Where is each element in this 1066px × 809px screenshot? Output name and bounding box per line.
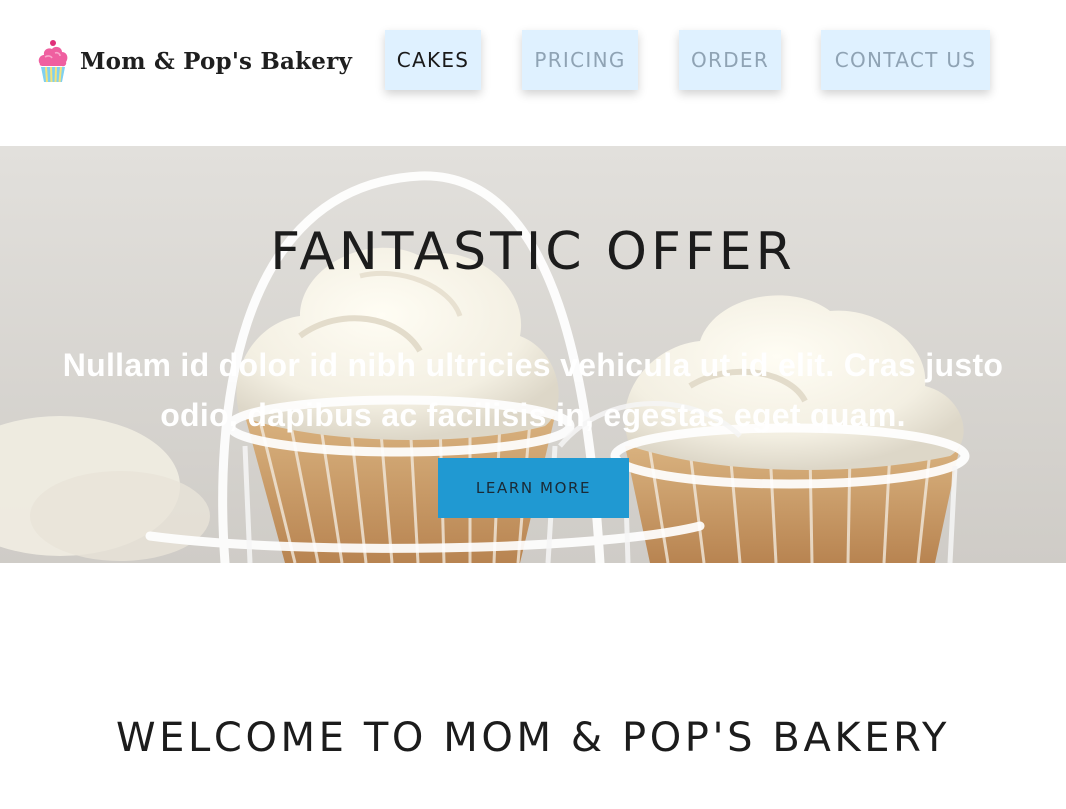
hero-title: FANTASTIC OFFER [270, 222, 796, 282]
nav-item-pricing[interactable]: PRICING [522, 30, 638, 90]
nav-item-order[interactable]: ORDER [679, 30, 781, 90]
site-header: Mom & Pop's Bakery CAKES PRICING ORDER C… [0, 0, 1066, 146]
learn-more-button[interactable]: LEARN MORE [438, 458, 629, 518]
nav-item-contact-us[interactable]: CONTACT US [821, 30, 990, 90]
nav-item-cakes[interactable]: CAKES [385, 30, 481, 90]
hero-banner: FANTASTIC OFFER Nullam id dolor id nibh … [0, 146, 1066, 563]
brand[interactable]: Mom & Pop's Bakery [36, 38, 352, 84]
hero-text: Nullam id dolor id nibh ultricies vehicu… [62, 347, 1004, 433]
welcome-heading: WELCOME TO MOM & POP'S BAKERY [116, 715, 950, 761]
brand-name: Mom & Pop's Bakery [80, 47, 353, 75]
cupcake-icon [38, 40, 68, 83]
